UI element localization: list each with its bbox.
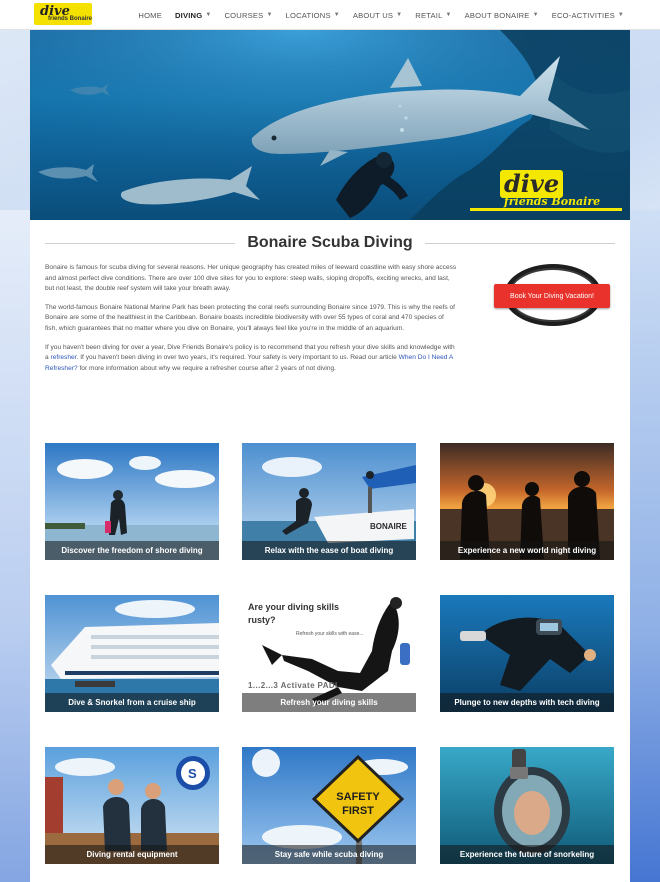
chevron-down-icon: ▼ bbox=[333, 12, 340, 18]
svg-text:BONAIRE: BONAIRE bbox=[370, 522, 408, 531]
intro-paragraph-2: The world-famous Bonaire National Marine… bbox=[45, 303, 456, 332]
nav-about-bonaire[interactable]: ABOUT BONAIRE ▼ bbox=[465, 11, 539, 20]
tile-caption: Plunge to new depths with tech diving bbox=[440, 693, 614, 712]
tile-rental-equipment[interactable]: S Diving rental equipment bbox=[45, 747, 219, 864]
tile-caption: Stay safe while scuba diving bbox=[242, 845, 416, 864]
refresher-subtext: Refresh your skills with ease... bbox=[296, 631, 364, 637]
tile-boat-diving[interactable]: BONAIRE Relax with the ease of boat divi… bbox=[242, 443, 416, 560]
nav-home[interactable]: HOME bbox=[138, 11, 162, 20]
hero-logo-subtitle: friends Bonaire bbox=[504, 195, 601, 208]
main-nav: HOME DIVING ▼ COURSES ▼ LOCATIONS ▼ ABOUT U… bbox=[138, 0, 624, 30]
tile-caption: Diving rental equipment bbox=[45, 845, 219, 864]
site-logo[interactable]: dive friends Bonaire bbox=[34, 3, 92, 25]
refresher-link[interactable]: refresher bbox=[51, 354, 77, 361]
tile-caption: Experience the future of snorkeling bbox=[440, 845, 614, 864]
page-title: Bonaire Scuba Diving bbox=[247, 234, 413, 251]
nav-diving[interactable]: DIVING ▼ bbox=[175, 11, 212, 20]
chevron-down-icon: ▼ bbox=[205, 12, 212, 18]
refresher-footer: 1...2...3 Activate PADI bbox=[248, 681, 338, 690]
intro-text: Bonaire is famous for scuba diving for s… bbox=[45, 263, 457, 382]
chevron-down-icon: ▼ bbox=[532, 12, 539, 18]
book-vacation-widget: Book Your Diving Vacation! bbox=[494, 264, 610, 330]
chevron-down-icon: ▼ bbox=[617, 12, 624, 18]
content-card: dive friends Bonaire Bonaire Scuba Divin… bbox=[30, 30, 630, 882]
tile-caption: Refresh your diving skills bbox=[242, 693, 416, 712]
tile-cruise-ship[interactable]: Dive & Snorkel from a cruise ship bbox=[45, 595, 219, 712]
background-stripe-left bbox=[0, 210, 30, 882]
tile-snorkeling[interactable]: Experience the future of snorkeling bbox=[440, 747, 614, 864]
tile-shore-diving[interactable]: Discover the freedom of shore diving bbox=[45, 443, 219, 560]
background-stripe-right bbox=[630, 210, 660, 882]
safety-sign-line2: FIRST bbox=[342, 805, 374, 817]
tile-caption: Discover the freedom of shore diving bbox=[45, 541, 219, 560]
book-vacation-button[interactable]: Book Your Diving Vacation! bbox=[494, 284, 610, 308]
safety-sign-line1: SAFETY bbox=[336, 791, 380, 803]
hero-logo-word: dive bbox=[500, 170, 564, 198]
tile-caption: Relax with the ease of boat diving bbox=[242, 541, 416, 560]
chevron-down-icon: ▼ bbox=[396, 12, 403, 18]
svg-text:S: S bbox=[188, 766, 197, 781]
tile-caption: Experience a new world night diving bbox=[440, 541, 614, 560]
intro-paragraph-3: If you haven't been diving for over a ye… bbox=[45, 343, 455, 372]
hero-dive-friends-logo: dive friends Bonaire bbox=[470, 170, 622, 212]
site-header: dive friends Bonaire HOME DIVING ▼ COURSE… bbox=[0, 0, 660, 30]
hero-logo-bar bbox=[470, 208, 622, 211]
tile-safety[interactable]: SAFETY FIRST Stay safe while scuba divin… bbox=[242, 747, 416, 864]
nav-courses[interactable]: COURSES ▼ bbox=[224, 11, 272, 20]
intro-paragraph-1: Bonaire is famous for scuba diving for s… bbox=[45, 264, 457, 293]
tile-caption: Dive & Snorkel from a cruise ship bbox=[45, 693, 219, 712]
title-divider-right bbox=[424, 242, 615, 244]
title-divider-left bbox=[45, 242, 236, 244]
nav-locations[interactable]: LOCATIONS ▼ bbox=[286, 11, 340, 20]
hero-image: dive friends Bonaire bbox=[30, 30, 630, 220]
logo-subtitle: friends Bonaire bbox=[48, 16, 93, 22]
chevron-down-icon: ▼ bbox=[445, 12, 452, 18]
nav-eco-activities[interactable]: ECO-ACTIVITIES ▼ bbox=[552, 11, 624, 20]
tile-tech-diving[interactable]: Plunge to new depths with tech diving bbox=[440, 595, 614, 712]
chevron-down-icon: ▼ bbox=[266, 12, 273, 18]
nav-retail[interactable]: RETAIL ▼ bbox=[415, 11, 451, 20]
nav-about-us[interactable]: ABOUT US ▼ bbox=[353, 11, 402, 20]
tile-refresher[interactable]: Are your diving skills rusty? Refresh yo… bbox=[242, 595, 416, 712]
refresher-heading: Are your diving skills rusty? bbox=[248, 602, 340, 625]
tile-night-diving[interactable]: Experience a new world night diving bbox=[440, 443, 614, 560]
page-title-row: Bonaire Scuba Diving bbox=[45, 230, 615, 256]
